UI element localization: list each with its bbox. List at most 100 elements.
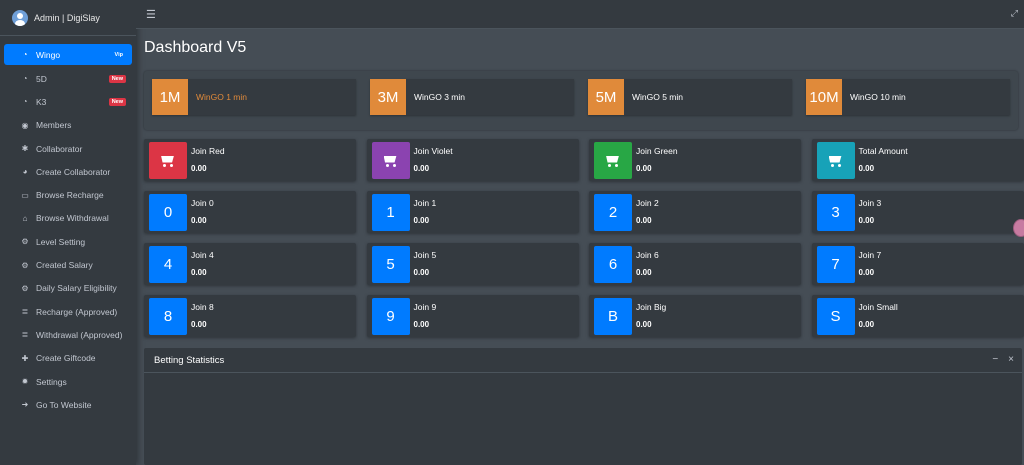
stat-card: 3 Join 3 0.00 <box>811 191 1024 233</box>
sidebar-item-created-salary[interactable]: ⚙ Created Salary <box>4 253 132 276</box>
bet-option-icon: B <box>594 298 632 335</box>
sidebar-item-settings[interactable]: ✹ Settings <box>4 370 132 393</box>
sidebar-item-create-collaborator[interactable]: ◕ Create Collaborator <box>4 160 132 183</box>
sidebar-item-go-to-website[interactable]: ➜ Go To Website <box>4 393 132 416</box>
stat-label: Join 4 <box>191 250 214 260</box>
close-icon[interactable]: × <box>1008 354 1014 365</box>
stat-value: 0.00 <box>191 320 207 329</box>
stat-card: 6 Join 6 0.00 <box>589 243 801 285</box>
sidebar-item-withdrawal-approved[interactable]: ≣ Withdrawal (Approved) <box>4 323 132 346</box>
betting-statistics-card: Betting Statistics − × <box>144 348 1022 465</box>
cart-glyph <box>382 154 400 168</box>
stat-label: Join Violet <box>413 146 453 156</box>
game-tile[interactable]: 1M WinGO 1 min <box>152 79 356 115</box>
list-icon: ≣ <box>21 330 29 340</box>
cart-icon <box>594 142 632 179</box>
user-circle-icon: ◉ <box>21 120 29 130</box>
sidebar-item-label: Level Setting <box>36 236 86 247</box>
sidebar-item-label: Wingo <box>36 49 61 60</box>
stat-label: Join 5 <box>413 250 437 260</box>
sidebar-item-collaborator[interactable]: ✱ Collaborator <box>4 137 132 160</box>
fullscreen-icon[interactable]: ⤢ <box>1011 8 1018 19</box>
sidebar-item-label: Browse Recharge <box>36 190 104 201</box>
sidebar-item-label: Create Giftcode <box>36 353 96 364</box>
game-duration-icon: 10M <box>806 79 842 115</box>
stat-label: Join 3 <box>858 198 882 208</box>
status-badge: New <box>108 74 126 83</box>
sidebar-item-label: Settings <box>36 376 67 387</box>
bet-option-icon: 3 <box>816 194 855 231</box>
game-tile[interactable]: 10M WinGO 10 min <box>806 79 1010 115</box>
game-mode-panel: 1M WinGO 1 min 3M WinGO 3 min 5M WinGO 5 min 1… <box>144 71 1018 130</box>
sidebar-item-browse-withdrawal[interactable]: ⌂ Browse Withdrawal <box>4 207 132 230</box>
stat-label: Join Red <box>191 146 225 156</box>
game-label: WinGO 10 min <box>850 92 906 102</box>
stat-value: 0.00 <box>191 216 207 225</box>
sidebar-item-browse-recharge[interactable]: ▭ Browse Recharge <box>4 183 132 206</box>
stat-card: Total Amount 0.00 <box>811 139 1024 181</box>
stat-value: 0.00 <box>413 216 430 225</box>
sidebar-item-label: Go To Website <box>36 399 92 410</box>
stat-card: 2 Join 2 0.00 <box>589 191 801 233</box>
sidebar-nav: ◔ Wingo Vip ◔ 5D New ◔ K3 New ◉ Members ✱ Collaborat… <box>0 36 136 416</box>
sidebar-item-label: Recharge (Approved) <box>36 306 118 317</box>
stat-value: 0.00 <box>636 164 652 173</box>
bet-option-icon: S <box>816 298 855 335</box>
sidebar-item-daily-salary-eligibility[interactable]: ⚙ Daily Salary Eligibility <box>4 277 132 300</box>
stat-value: 0.00 <box>858 164 875 173</box>
bet-option-icon: 6 <box>594 246 632 283</box>
game-tile[interactable]: 3M WinGO 3 min <box>370 79 574 115</box>
cart-icon <box>816 142 855 179</box>
stat-value: 0.00 <box>413 164 430 173</box>
sidebar-item-wingo[interactable]: ◔ Wingo Vip <box>4 44 132 65</box>
pie-chart-icon: ◕ <box>22 167 28 177</box>
stat-value: 0.00 <box>191 164 207 173</box>
gauge-icon: ◔ <box>22 50 28 59</box>
stat-value: 0.00 <box>413 320 430 329</box>
cogs-icon: ⚙ <box>21 260 29 270</box>
stat-card: 8 Join 8 0.00 <box>144 295 356 337</box>
sidebar-item-label: Daily Salary Eligibility <box>36 283 117 294</box>
stat-card: 5 Join 5 0.00 <box>366 243 579 285</box>
sidebar-item-k3[interactable]: ◔ K3 New <box>4 90 132 113</box>
user-name: Admin | DigiSlay <box>34 12 100 23</box>
top-navbar: ☰ ⤢ <box>136 0 1024 29</box>
page-title: Dashboard V5 <box>144 39 247 56</box>
sidebar-item-recharge-approved[interactable]: ≣ Recharge (Approved) <box>4 300 132 323</box>
stat-card: 9 Join 9 0.00 <box>366 295 579 337</box>
stat-value: 0.00 <box>636 216 652 225</box>
stat-card: 1 Join 1 0.00 <box>366 191 579 233</box>
sidebar-item-5d[interactable]: ◔ 5D New <box>4 67 132 90</box>
sidebar-item-create-giftcode[interactable]: ✚ Create Giftcode <box>4 347 132 370</box>
minimize-icon[interactable]: − <box>992 354 998 365</box>
floating-chat-button[interactable] <box>1013 219 1024 237</box>
sidebar-item-label: Collaborator <box>36 143 83 154</box>
stat-value: 0.00 <box>858 268 875 277</box>
stat-label: Join Small <box>858 302 898 312</box>
sidebar-item-label: K3 <box>36 96 47 107</box>
stat-label: Join 0 <box>191 198 214 208</box>
sidebar-user[interactable]: Admin | DigiSlay <box>0 0 136 36</box>
status-badge: Vip <box>114 51 123 58</box>
cart-glyph <box>604 154 622 168</box>
bet-option-icon: 2 <box>594 194 632 231</box>
hamburger-menu-icon[interactable]: ☰ <box>146 8 156 21</box>
cogs-icon: ⚙ <box>21 237 29 247</box>
bet-option-icon: 1 <box>371 194 410 231</box>
sidebar-item-label: Created Salary <box>36 260 93 271</box>
sidebar-item-level-setting[interactable]: ⚙ Level Setting <box>4 230 132 253</box>
gauge-icon: ◔ <box>22 74 28 84</box>
stat-value: 0.00 <box>191 268 207 277</box>
stat-value: 0.00 <box>858 320 875 329</box>
cart-icon <box>149 142 187 179</box>
sidebar-item-label: Members <box>36 120 72 131</box>
status-badge: New <box>108 97 126 106</box>
game-duration-icon: 1M <box>152 79 188 115</box>
stat-value: 0.00 <box>413 268 430 277</box>
stat-value: 0.00 <box>858 216 875 225</box>
sidebar-item-members[interactable]: ◉ Members <box>4 114 132 137</box>
gauge-icon: ◔ <box>22 97 28 107</box>
game-tile[interactable]: 5M WinGO 5 min <box>588 79 792 115</box>
game-duration-icon: 3M <box>370 79 406 115</box>
stat-card: S Join Small 0.00 <box>811 295 1024 337</box>
